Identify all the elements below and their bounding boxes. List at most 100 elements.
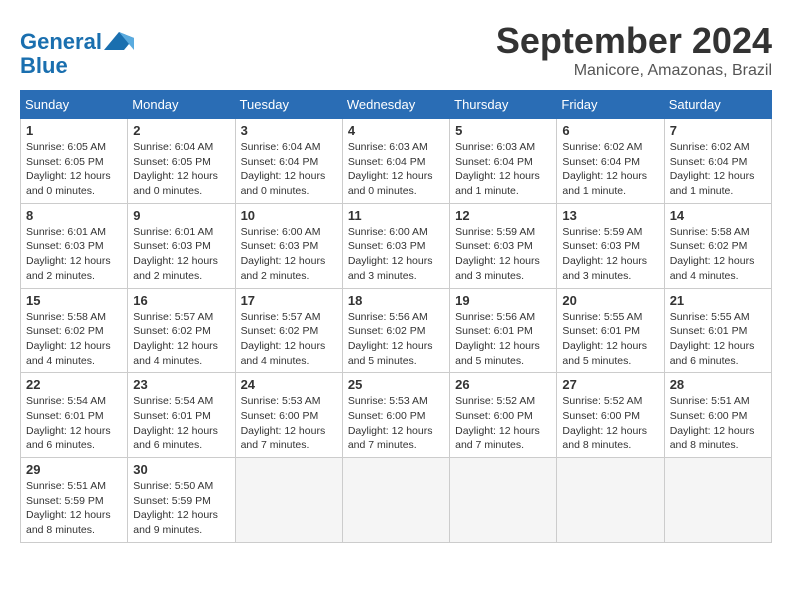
calendar-week-row: 8 Sunrise: 6:01 AMSunset: 6:03 PMDayligh… <box>21 203 772 288</box>
day-number: 27 <box>562 377 658 392</box>
col-thursday: Thursday <box>450 91 557 119</box>
calendar-table: Sunday Monday Tuesday Wednesday Thursday… <box>20 90 772 543</box>
day-info: Sunrise: 5:59 AMSunset: 6:03 PMDaylight:… <box>455 225 551 284</box>
day-number: 30 <box>133 462 229 477</box>
table-row: 6 Sunrise: 6:02 AMSunset: 6:04 PMDayligh… <box>557 119 664 204</box>
col-tuesday: Tuesday <box>235 91 342 119</box>
table-row: 15 Sunrise: 5:58 AMSunset: 6:02 PMDaylig… <box>21 288 128 373</box>
logo-text-general: General <box>20 30 102 54</box>
day-number: 25 <box>348 377 444 392</box>
calendar-week-row: 1 Sunrise: 6:05 AMSunset: 6:05 PMDayligh… <box>21 119 772 204</box>
day-info: Sunrise: 5:58 AMSunset: 6:02 PMDaylight:… <box>26 310 122 369</box>
day-info: Sunrise: 5:51 AMSunset: 5:59 PMDaylight:… <box>26 479 122 538</box>
table-row: 30 Sunrise: 5:50 AMSunset: 5:59 PMDaylig… <box>128 458 235 543</box>
table-row: 10 Sunrise: 6:00 AMSunset: 6:03 PMDaylig… <box>235 203 342 288</box>
table-row: 29 Sunrise: 5:51 AMSunset: 5:59 PMDaylig… <box>21 458 128 543</box>
day-number: 23 <box>133 377 229 392</box>
day-number: 28 <box>670 377 766 392</box>
day-number: 22 <box>26 377 122 392</box>
day-info: Sunrise: 5:50 AMSunset: 5:59 PMDaylight:… <box>133 479 229 538</box>
table-row: 13 Sunrise: 5:59 AMSunset: 6:03 PMDaylig… <box>557 203 664 288</box>
day-info: Sunrise: 6:03 AMSunset: 6:04 PMDaylight:… <box>348 140 444 199</box>
day-number: 18 <box>348 293 444 308</box>
day-number: 14 <box>670 208 766 223</box>
calendar-week-row: 15 Sunrise: 5:58 AMSunset: 6:02 PMDaylig… <box>21 288 772 373</box>
table-row <box>342 458 449 543</box>
day-number: 6 <box>562 123 658 138</box>
day-number: 26 <box>455 377 551 392</box>
table-row <box>235 458 342 543</box>
col-monday: Monday <box>128 91 235 119</box>
day-info: Sunrise: 5:54 AMSunset: 6:01 PMDaylight:… <box>133 394 229 453</box>
day-info: Sunrise: 5:56 AMSunset: 6:01 PMDaylight:… <box>455 310 551 369</box>
table-row: 19 Sunrise: 5:56 AMSunset: 6:01 PMDaylig… <box>450 288 557 373</box>
table-row: 16 Sunrise: 5:57 AMSunset: 6:02 PMDaylig… <box>128 288 235 373</box>
table-row <box>557 458 664 543</box>
day-number: 4 <box>348 123 444 138</box>
day-info: Sunrise: 6:05 AMSunset: 6:05 PMDaylight:… <box>26 140 122 199</box>
day-info: Sunrise: 6:01 AMSunset: 6:03 PMDaylight:… <box>26 225 122 284</box>
month-title: September 2024 <box>496 20 772 62</box>
logo: General Blue <box>20 30 134 78</box>
table-row: 9 Sunrise: 6:01 AMSunset: 6:03 PMDayligh… <box>128 203 235 288</box>
table-row <box>450 458 557 543</box>
col-wednesday: Wednesday <box>342 91 449 119</box>
day-number: 21 <box>670 293 766 308</box>
table-row: 1 Sunrise: 6:05 AMSunset: 6:05 PMDayligh… <box>21 119 128 204</box>
table-row: 7 Sunrise: 6:02 AMSunset: 6:04 PMDayligh… <box>664 119 771 204</box>
logo-icon <box>104 30 134 54</box>
table-row: 2 Sunrise: 6:04 AMSunset: 6:05 PMDayligh… <box>128 119 235 204</box>
day-number: 13 <box>562 208 658 223</box>
day-info: Sunrise: 5:55 AMSunset: 6:01 PMDaylight:… <box>562 310 658 369</box>
day-info: Sunrise: 5:54 AMSunset: 6:01 PMDaylight:… <box>26 394 122 453</box>
day-number: 17 <box>241 293 337 308</box>
location-title: Manicore, Amazonas, Brazil <box>496 62 772 80</box>
table-row: 25 Sunrise: 5:53 AMSunset: 6:00 PMDaylig… <box>342 373 449 458</box>
day-info: Sunrise: 5:56 AMSunset: 6:02 PMDaylight:… <box>348 310 444 369</box>
day-number: 8 <box>26 208 122 223</box>
day-info: Sunrise: 6:01 AMSunset: 6:03 PMDaylight:… <box>133 225 229 284</box>
table-row: 23 Sunrise: 5:54 AMSunset: 6:01 PMDaylig… <box>128 373 235 458</box>
day-info: Sunrise: 5:58 AMSunset: 6:02 PMDaylight:… <box>670 225 766 284</box>
day-number: 9 <box>133 208 229 223</box>
table-row: 22 Sunrise: 5:54 AMSunset: 6:01 PMDaylig… <box>21 373 128 458</box>
table-row: 26 Sunrise: 5:52 AMSunset: 6:00 PMDaylig… <box>450 373 557 458</box>
table-row: 21 Sunrise: 5:55 AMSunset: 6:01 PMDaylig… <box>664 288 771 373</box>
day-number: 5 <box>455 123 551 138</box>
day-number: 3 <box>241 123 337 138</box>
day-number: 10 <box>241 208 337 223</box>
calendar-header-row: Sunday Monday Tuesday Wednesday Thursday… <box>21 91 772 119</box>
day-number: 11 <box>348 208 444 223</box>
day-info: Sunrise: 5:52 AMSunset: 6:00 PMDaylight:… <box>562 394 658 453</box>
day-number: 1 <box>26 123 122 138</box>
table-row: 5 Sunrise: 6:03 AMSunset: 6:04 PMDayligh… <box>450 119 557 204</box>
day-number: 24 <box>241 377 337 392</box>
logo-text-blue: Blue <box>20 54 134 78</box>
day-info: Sunrise: 5:51 AMSunset: 6:00 PMDaylight:… <box>670 394 766 453</box>
table-row: 12 Sunrise: 5:59 AMSunset: 6:03 PMDaylig… <box>450 203 557 288</box>
col-sunday: Sunday <box>21 91 128 119</box>
table-row: 20 Sunrise: 5:55 AMSunset: 6:01 PMDaylig… <box>557 288 664 373</box>
day-info: Sunrise: 5:57 AMSunset: 6:02 PMDaylight:… <box>133 310 229 369</box>
day-info: Sunrise: 5:53 AMSunset: 6:00 PMDaylight:… <box>348 394 444 453</box>
day-info: Sunrise: 5:52 AMSunset: 6:00 PMDaylight:… <box>455 394 551 453</box>
day-info: Sunrise: 5:57 AMSunset: 6:02 PMDaylight:… <box>241 310 337 369</box>
title-area: September 2024 Manicore, Amazonas, Brazi… <box>496 20 772 80</box>
table-row <box>664 458 771 543</box>
day-info: Sunrise: 6:03 AMSunset: 6:04 PMDaylight:… <box>455 140 551 199</box>
day-number: 29 <box>26 462 122 477</box>
table-row: 28 Sunrise: 5:51 AMSunset: 6:00 PMDaylig… <box>664 373 771 458</box>
table-row: 8 Sunrise: 6:01 AMSunset: 6:03 PMDayligh… <box>21 203 128 288</box>
day-info: Sunrise: 6:00 AMSunset: 6:03 PMDaylight:… <box>348 225 444 284</box>
day-number: 7 <box>670 123 766 138</box>
day-info: Sunrise: 5:59 AMSunset: 6:03 PMDaylight:… <box>562 225 658 284</box>
day-number: 20 <box>562 293 658 308</box>
table-row: 17 Sunrise: 5:57 AMSunset: 6:02 PMDaylig… <box>235 288 342 373</box>
day-number: 2 <box>133 123 229 138</box>
table-row: 11 Sunrise: 6:00 AMSunset: 6:03 PMDaylig… <box>342 203 449 288</box>
table-row: 24 Sunrise: 5:53 AMSunset: 6:00 PMDaylig… <box>235 373 342 458</box>
calendar-week-row: 22 Sunrise: 5:54 AMSunset: 6:01 PMDaylig… <box>21 373 772 458</box>
day-info: Sunrise: 5:53 AMSunset: 6:00 PMDaylight:… <box>241 394 337 453</box>
table-row: 18 Sunrise: 5:56 AMSunset: 6:02 PMDaylig… <box>342 288 449 373</box>
header: General Blue September 2024 Manicore, Am… <box>20 20 772 80</box>
